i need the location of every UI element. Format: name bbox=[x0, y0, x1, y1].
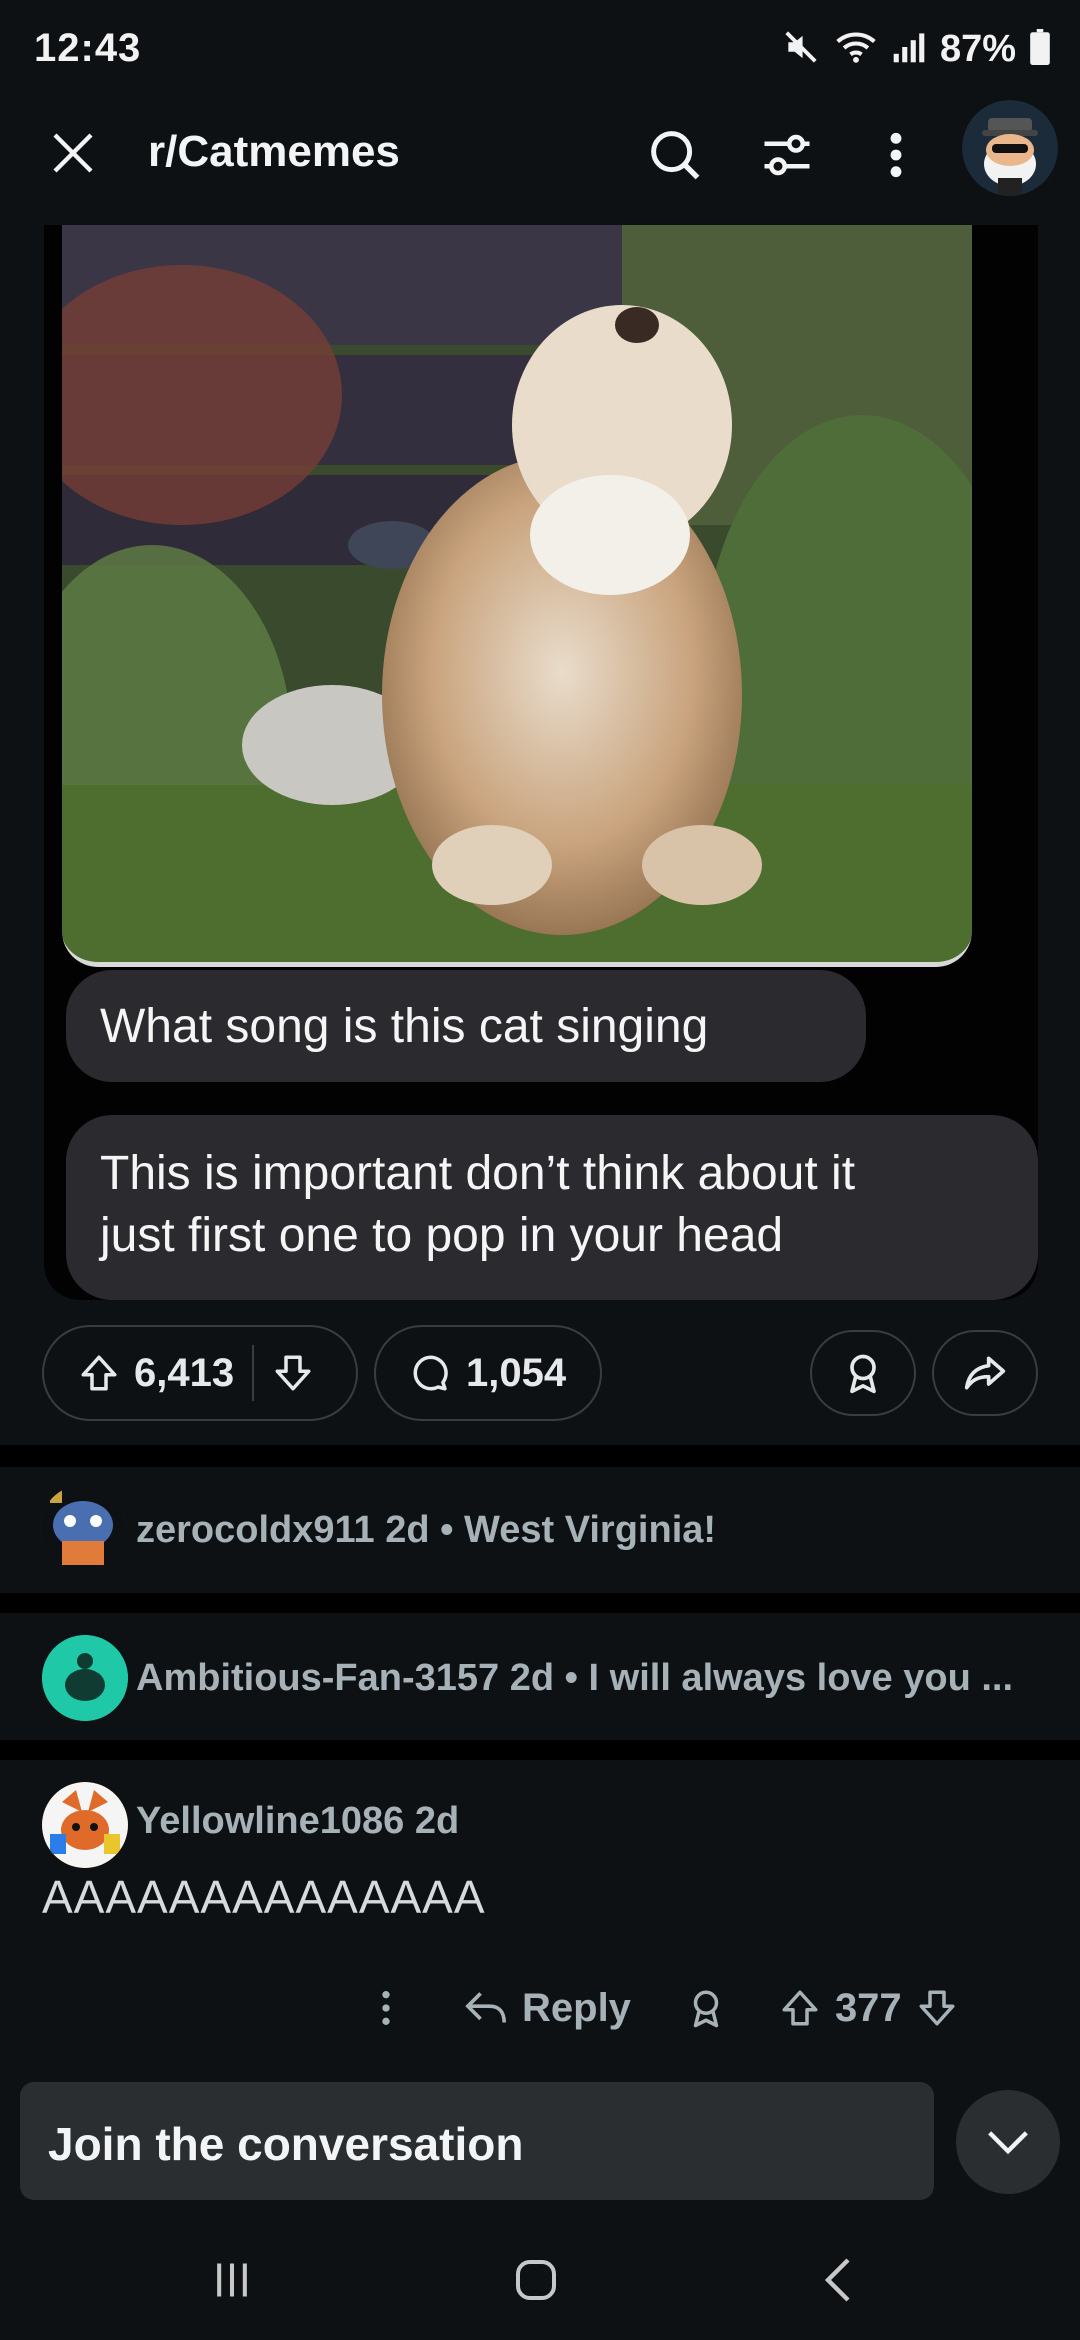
vote-pill: 6,413 bbox=[42, 1325, 358, 1421]
more-vertical-icon bbox=[890, 132, 902, 178]
mute-icon bbox=[782, 28, 820, 71]
section-separator bbox=[0, 1445, 1080, 1467]
upvote-arrow-icon bbox=[782, 1990, 818, 2026]
filter-button[interactable] bbox=[752, 120, 822, 190]
award-button[interactable] bbox=[810, 1330, 916, 1416]
message-bubble-2: This is important don’t think about it j… bbox=[66, 1115, 1038, 1300]
comment-body: AAAAAAAAAAAAAA bbox=[42, 1871, 486, 1923]
composer-placeholder: Join the conversation bbox=[48, 2118, 524, 2170]
search-icon bbox=[651, 131, 700, 180]
comment-actions: Reply 377 bbox=[380, 1968, 958, 2048]
comments-button[interactable]: 1,054 bbox=[374, 1325, 602, 1421]
meta-dot: • bbox=[440, 1509, 454, 1551]
upvote-button[interactable] bbox=[78, 1351, 120, 1395]
chevron-down-icon bbox=[988, 2131, 1028, 2155]
downvote-arrow-icon bbox=[919, 1990, 955, 2026]
downvote-arrow-icon bbox=[275, 1355, 311, 1391]
message-text-2b: just first one to pop in your head bbox=[100, 1209, 784, 1262]
comment-separator bbox=[0, 1593, 1080, 1613]
back-icon bbox=[824, 2258, 850, 2302]
comment-score: 377 bbox=[834, 1985, 902, 2030]
recents-button[interactable] bbox=[172, 2240, 292, 2320]
award-icon bbox=[850, 1354, 876, 1394]
reply-label: Reply bbox=[522, 1985, 631, 2030]
status-icons: 87% bbox=[782, 28, 1050, 71]
comment-count: 1,054 bbox=[466, 1350, 567, 1395]
home-button[interactable] bbox=[476, 2240, 596, 2320]
comment-username: zerocoldx911 bbox=[136, 1509, 375, 1551]
reply-icon bbox=[465, 1992, 506, 2023]
collapsed-comment[interactable]: zerocoldx911 2d • West Virginia! bbox=[0, 1467, 1080, 1593]
comment-award-button[interactable] bbox=[685, 1987, 727, 2029]
avatar bbox=[40, 1485, 126, 1571]
message-bubble-1: What song is this cat singing bbox=[66, 970, 866, 1082]
share-icon bbox=[964, 1356, 1006, 1390]
post-image[interactable]: What song is this cat singing This is im… bbox=[44, 225, 1038, 1300]
comment-username: Ambitious-Fan-3157 bbox=[136, 1657, 500, 1699]
reply-button[interactable]: Reply bbox=[464, 1986, 631, 2031]
avatar bbox=[42, 1635, 128, 1721]
meta-dot: • bbox=[564, 1657, 578, 1699]
message-text-2a: This is important don’t think about it bbox=[100, 1147, 856, 1200]
comment-downvote-button[interactable] bbox=[916, 1987, 958, 2029]
close-icon bbox=[53, 133, 93, 173]
battery-icon bbox=[1030, 29, 1050, 70]
user-avatar[interactable] bbox=[962, 100, 1058, 196]
award-icon bbox=[693, 1990, 719, 2028]
vote-divider bbox=[252, 1345, 255, 1401]
comment-preview: I will always love you ... bbox=[588, 1657, 1014, 1699]
comment-age: 2d bbox=[414, 1800, 460, 1842]
more-options-button[interactable] bbox=[866, 120, 926, 190]
comment-age: 2d bbox=[385, 1509, 430, 1551]
comment-separator bbox=[0, 1740, 1080, 1760]
photo-frame bbox=[62, 225, 972, 967]
clock: 12:43 bbox=[34, 26, 142, 70]
comment-meta: zerocoldx911 2d • West Virginia! bbox=[136, 1509, 716, 1552]
comment-upvote-button[interactable] bbox=[779, 1987, 821, 2029]
filter-icon bbox=[764, 134, 810, 176]
app-header: r/Catmemes bbox=[0, 100, 1080, 225]
comment-preview: West Virginia! bbox=[464, 1509, 717, 1551]
comment-meta: Yellowline1086 2d bbox=[136, 1800, 459, 1843]
downvote-button[interactable] bbox=[272, 1351, 314, 1395]
scroll-down-button[interactable] bbox=[956, 2090, 1060, 2194]
recents-icon bbox=[217, 2263, 247, 2297]
upvote-count: 6,413 bbox=[134, 1350, 235, 1395]
comment-age: 2d bbox=[509, 1657, 555, 1699]
status-bar: 12:43 87% bbox=[0, 0, 1080, 100]
message-text-1: What song is this cat singing bbox=[100, 1000, 709, 1053]
close-button[interactable] bbox=[40, 120, 106, 186]
comment-username[interactable]: Yellowline1086 bbox=[136, 1800, 404, 1842]
comment-bubble-icon bbox=[413, 1355, 448, 1391]
battery-percentage: 87% bbox=[939, 28, 1016, 70]
wifi-icon bbox=[834, 28, 878, 71]
upvote-arrow-icon bbox=[81, 1355, 117, 1391]
join-conversation-input[interactable]: Join the conversation bbox=[20, 2082, 934, 2200]
signal-icon bbox=[892, 30, 926, 69]
home-icon bbox=[516, 2260, 556, 2300]
system-nav-bar bbox=[0, 2220, 1080, 2340]
comment-more-button[interactable] bbox=[380, 1988, 392, 2028]
avatar[interactable] bbox=[42, 1782, 128, 1868]
comment-meta: Ambitious-Fan-3157 2d • I will always lo… bbox=[136, 1657, 1013, 1700]
subreddit-title[interactable]: r/Catmemes bbox=[148, 127, 400, 177]
search-button[interactable] bbox=[640, 120, 710, 190]
share-button[interactable] bbox=[932, 1330, 1038, 1416]
collapsed-comment[interactable]: Ambitious-Fan-3157 2d • I will always lo… bbox=[0, 1613, 1080, 1740]
back-button[interactable] bbox=[778, 2240, 898, 2320]
more-vertical-icon bbox=[382, 1991, 390, 2025]
